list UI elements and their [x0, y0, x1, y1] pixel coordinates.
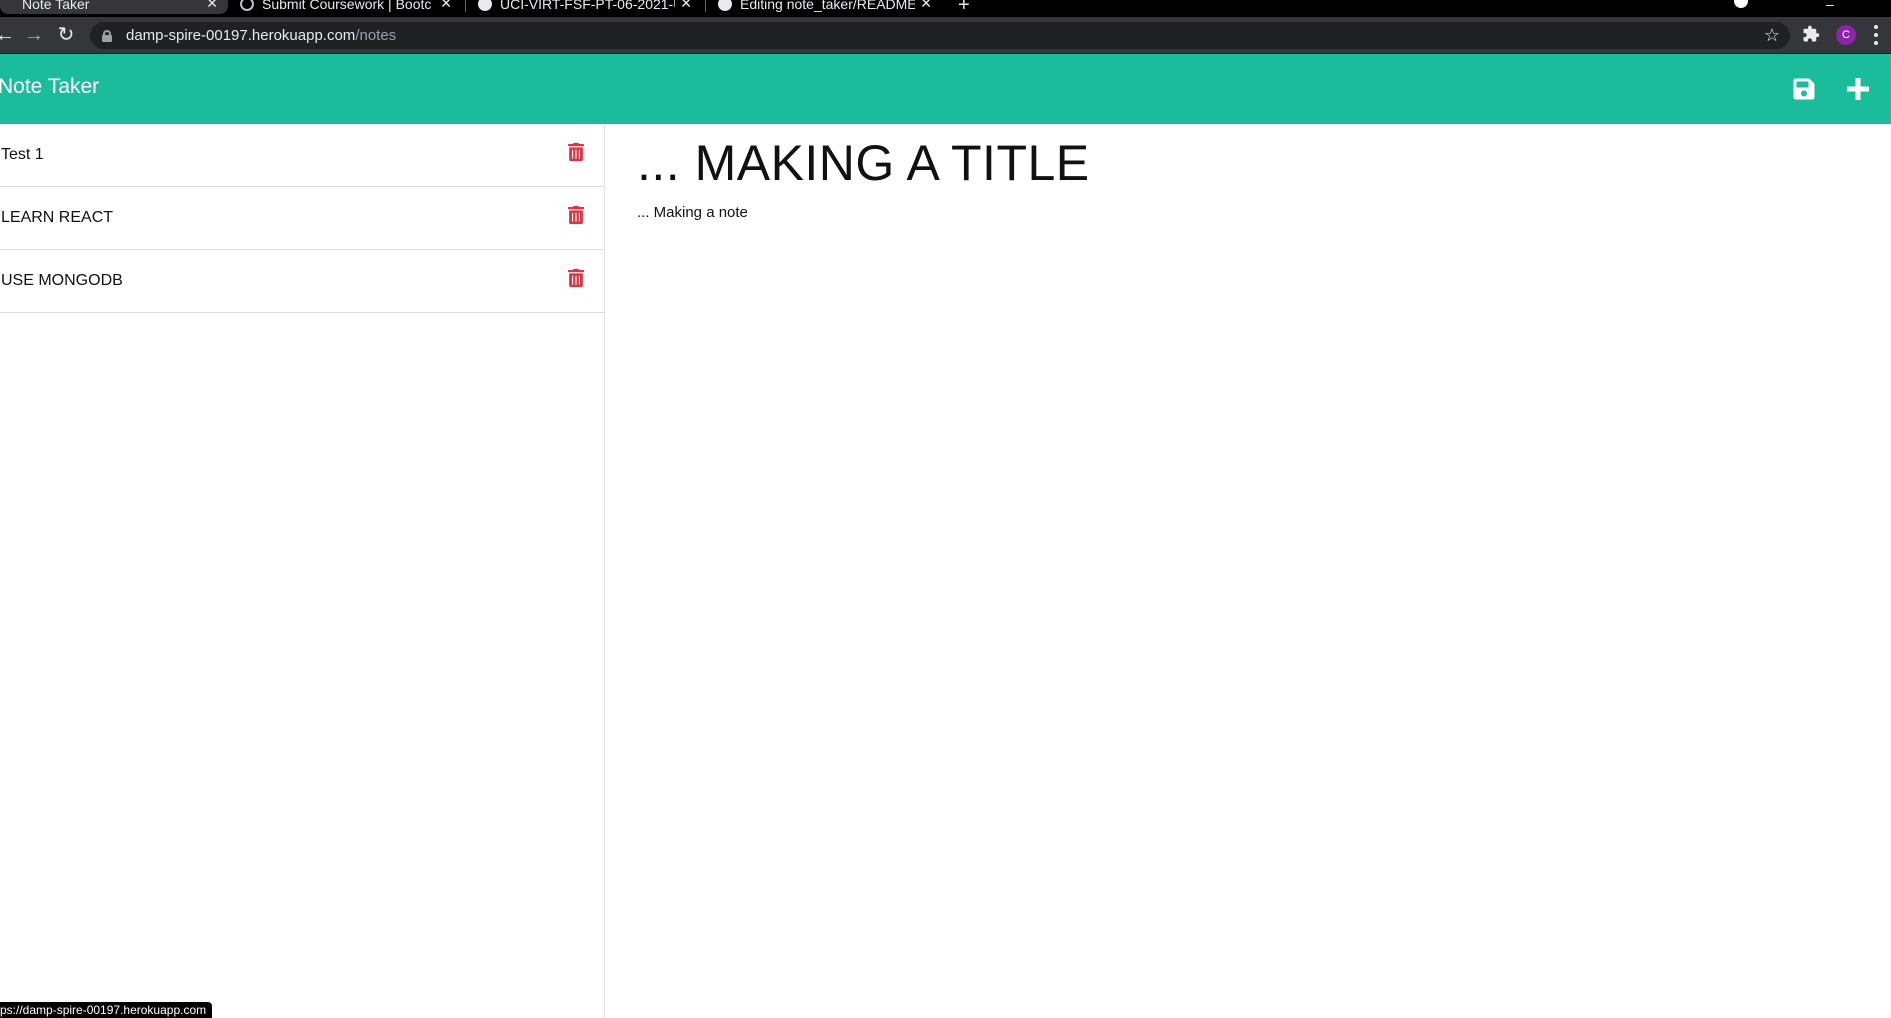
note-list-title: LEARN REACT	[1, 209, 114, 226]
bookmark-star-icon[interactable]: ☆	[1764, 25, 1780, 46]
save-note-button[interactable]	[1789, 74, 1819, 104]
close-icon[interactable]: ✕	[680, 0, 692, 12]
tab-title: Note Taker	[22, 0, 90, 12]
new-tab-icon[interactable]: +	[958, 0, 970, 17]
tab-divider	[465, 0, 466, 12]
browser-menu-icon[interactable]	[1874, 25, 1878, 45]
browser-tab-submit-coursework[interactable]: Submit Coursework | Bootcamp S ✕	[232, 0, 462, 14]
trash-icon[interactable]	[568, 205, 584, 225]
close-icon[interactable]: ✕	[206, 0, 218, 12]
address-bar[interactable]: damp-spire-00197.herokuapp.com/notes ☆	[90, 22, 1790, 49]
tab-search-icon[interactable]	[1734, 0, 1748, 8]
forward-icon[interactable]: →	[23, 24, 45, 46]
extensions-icon[interactable]	[1802, 25, 1820, 43]
browser-tab-note-taker[interactable]: Note Taker ✕	[0, 0, 228, 14]
tab-title: Editing note_taker/README.md a	[740, 0, 915, 12]
lock-icon[interactable]	[102, 29, 112, 42]
minimize-icon[interactable]: –	[1826, 0, 1834, 12]
notes-sidebar: Test 1 LEARN REACT USE MONGODB	[0, 124, 605, 1018]
note-list-title: Test 1	[1, 146, 44, 163]
note-text-area[interactable]: ... Making a note	[637, 204, 748, 221]
note-list-item[interactable]: LEARN REACT	[0, 187, 604, 250]
url-host: damp-spire-00197.herokuapp.com	[126, 27, 356, 44]
browser-tab-editing-readme[interactable]: Editing note_taker/README.md a ✕	[710, 0, 942, 14]
close-icon[interactable]: ✕	[440, 0, 452, 12]
profile-avatar[interactable]: C	[1836, 25, 1856, 45]
plus-icon	[1847, 78, 1869, 100]
note-list-item[interactable]: Test 1	[0, 124, 604, 187]
link-status-tooltip: ps://damp-spire-00197.herokuapp.com	[0, 1002, 213, 1018]
app-navbar: Note Taker	[0, 54, 1891, 124]
save-icon	[1793, 78, 1815, 100]
note-title-input[interactable]: ... MAKING A TITLE	[637, 134, 1090, 192]
tab-title: UCI-VIRT-FSF-PT-06-2021-U-LOL	[500, 0, 675, 12]
trash-icon[interactable]	[568, 268, 584, 288]
globe-icon	[240, 0, 254, 11]
github-icon	[478, 0, 492, 11]
close-icon[interactable]: ✕	[920, 0, 932, 12]
url-path: /notes	[355, 27, 397, 44]
browser-tab-strip: Note Taker ✕ Submit Coursework | Bootcam…	[0, 0, 1891, 17]
github-icon	[718, 0, 732, 11]
note-editor: ... MAKING A TITLE ... Making a note	[606, 124, 1891, 1018]
trash-icon[interactable]	[568, 142, 584, 162]
back-icon[interactable]: ←	[0, 24, 16, 46]
note-list-title: USE MONGODB	[1, 272, 123, 289]
tab-title: Submit Coursework | Bootcamp S	[262, 0, 432, 12]
browser-toolbar: ← → ↻ damp-spire-00197.herokuapp.com/not…	[0, 17, 1891, 54]
browser-tab-uci-repo[interactable]: UCI-VIRT-FSF-PT-06-2021-U-LOL ✕	[470, 0, 702, 14]
reload-icon[interactable]: ↻	[55, 24, 77, 46]
note-list-item[interactable]: USE MONGODB	[0, 250, 604, 313]
app-brand[interactable]: Note Taker	[0, 75, 99, 99]
new-note-button[interactable]	[1843, 74, 1873, 104]
tab-divider	[705, 0, 706, 12]
